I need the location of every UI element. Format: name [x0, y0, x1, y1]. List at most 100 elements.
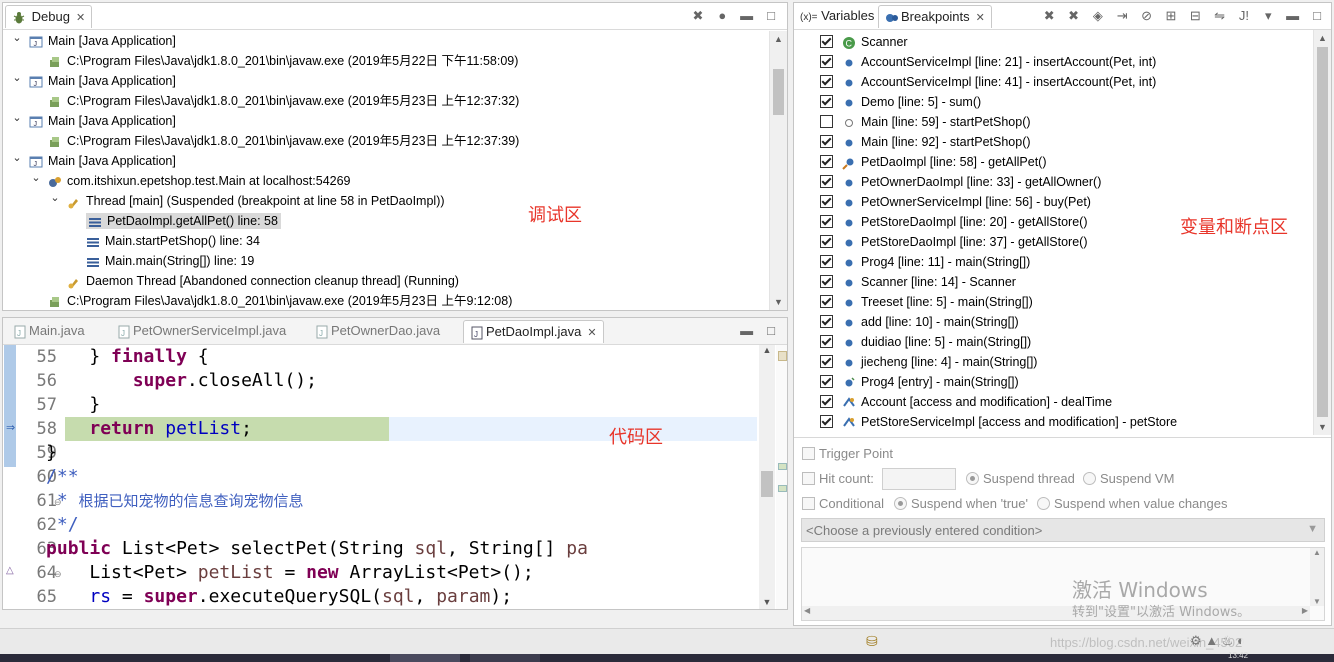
breakpoint-checkbox[interactable]: [820, 55, 833, 69]
breakpoint-item[interactable]: Main [line: 59] - startPetShop(): [820, 112, 1031, 132]
breakpoint-checkbox[interactable]: [820, 115, 833, 129]
scroll-down-icon[interactable]: ▼: [1314, 419, 1331, 435]
scroll-up-icon[interactable]: ▲: [1314, 30, 1331, 46]
condition-history-select[interactable]: <Choose a previously entered condition> …: [801, 518, 1325, 542]
breakpoint-scrollbar[interactable]: ▲ ▼: [1313, 30, 1331, 435]
debug-tree-row[interactable]: C:\Program Files\Java\jdk1.8.0_201\bin\j…: [32, 51, 518, 71]
breakpoint-item[interactable]: Prog4 [line: 11] - main(String[]): [820, 252, 1030, 272]
chevron-down-icon[interactable]: ⌄: [11, 31, 23, 48]
chevron-down-icon[interactable]: ⌄: [30, 168, 42, 188]
debug-tree-row[interactable]: Main.main(String[]) line: 19: [70, 251, 254, 271]
breakpoint-checkbox[interactable]: [820, 175, 833, 189]
breakpoint-checkbox[interactable]: [820, 155, 833, 169]
breakpoint-checkbox[interactable]: [820, 35, 833, 49]
breakpoint-checkbox[interactable]: [820, 415, 833, 429]
debug-tree-row[interactable]: C:\Program Files\Java\jdk1.8.0_201\bin\j…: [32, 291, 512, 310]
show-breakpoints-icon[interactable]: ◈: [1090, 8, 1106, 24]
expand-all-icon[interactable]: ⊞: [1163, 8, 1179, 24]
code-line[interactable]: 64 List<Pet> petList = new ArrayList<Pet…: [3, 561, 743, 585]
code-line[interactable]: 55 } finally {: [3, 345, 743, 369]
scroll-up-icon[interactable]: ▲: [1310, 548, 1324, 557]
breakpoint-item[interactable]: Treeset [line: 5] - main(String[]): [820, 292, 1033, 312]
breakpoint-checkbox[interactable]: [820, 215, 833, 229]
breakpoint-item[interactable]: AccountServiceImpl [line: 21] - insertAc…: [820, 52, 1156, 72]
collapse-all-icon[interactable]: ⊟: [1187, 8, 1203, 24]
breakpoint-checkbox[interactable]: [820, 195, 833, 209]
taskbar-button[interactable]: [470, 654, 540, 662]
tab-main-java[interactable]: J Main.java: [7, 320, 91, 342]
chevron-down-icon[interactable]: ⌄: [49, 188, 61, 208]
breakpoint-item[interactable]: C Scanner: [820, 32, 908, 52]
breakpoint-checkbox[interactable]: [820, 295, 833, 309]
tab-breakpoints[interactable]: Breakpoints ✕: [878, 5, 992, 28]
scroll-down-icon[interactable]: ▼: [770, 294, 787, 310]
breakpoint-item[interactable]: PetOwnerDaoImpl [line: 33] - getAllOwner…: [820, 172, 1101, 192]
scroll-left-icon[interactable]: ◀: [804, 606, 810, 615]
close-icon[interactable]: ✕: [76, 12, 85, 24]
breakpoint-item[interactable]: duidiao [line: 5] - main(String[]): [820, 332, 1031, 352]
chevron-down-icon[interactable]: ⌄: [11, 68, 23, 88]
breakpoint-checkbox[interactable]: [820, 275, 833, 289]
maximize-icon[interactable]: □: [763, 323, 779, 339]
breakpoint-checkbox[interactable]: [820, 375, 833, 389]
remove-all-icon[interactable]: ✖: [1066, 8, 1082, 24]
scroll-thumb[interactable]: [773, 69, 784, 115]
breakpoint-item[interactable]: Scanner [line: 14] - Scanner: [820, 272, 1016, 292]
close-icon[interactable]: ✕: [587, 327, 596, 339]
tab-petdaoimpl[interactable]: J PetDaoImpl.java ✕: [463, 320, 604, 343]
scroll-up-icon[interactable]: ▲: [770, 31, 787, 47]
tab-variables[interactable]: (x)= Variables: [794, 5, 880, 27]
breakpoint-item[interactable]: Demo [line: 5] - sum(): [820, 92, 981, 112]
remove-icon[interactable]: ✖: [1041, 8, 1057, 24]
minimize-icon[interactable]: ▬: [1285, 8, 1301, 24]
breakpoint-checkbox[interactable]: [820, 355, 833, 369]
fold-icon[interactable]: ⊖: [54, 497, 62, 508]
breakpoint-item[interactable]: PetStoreDaoImpl [line: 20] - getAllStore…: [820, 212, 1088, 232]
suspend-true-radio[interactable]: Suspend when 'true': [894, 495, 1028, 513]
scroll-down-icon[interactable]: ▼: [1310, 597, 1324, 606]
debug-tree-row[interactable]: ⌄ J Main [Java Application]: [11, 108, 175, 131]
conditional-checkbox[interactable]: Conditional: [802, 495, 884, 513]
debug-tree-row[interactable]: ⌄ J Main [Java Application]: [11, 68, 175, 91]
breakpoint-item[interactable]: AccountServiceImpl [line: 41] - insertAc…: [820, 72, 1156, 92]
code-line[interactable]: 62 */: [3, 513, 743, 537]
debug-tree-row[interactable]: PetDaoImpl.getAllPet() line: 58: [70, 211, 281, 231]
breakpoint-item[interactable]: Prog4 [entry] - main(String[]): [820, 372, 1019, 392]
code-line[interactable]: 60 /**: [3, 465, 743, 489]
goto-file-icon[interactable]: ⇥: [1114, 8, 1130, 24]
breakpoint-checkbox[interactable]: [820, 395, 833, 409]
trigger-point-checkbox[interactable]: Trigger Point: [802, 445, 893, 463]
tab-debug[interactable]: Debug ✕: [5, 5, 93, 28]
breakpoint-item[interactable]: jiecheng [line: 4] - main(String[]): [820, 352, 1037, 372]
maximize-icon[interactable]: □: [763, 8, 779, 24]
debug-tree-row[interactable]: Daemon Thread [Abandoned connection clea…: [51, 271, 459, 291]
chevron-down-icon[interactable]: ⌄: [11, 108, 23, 128]
breakpoint-item[interactable]: PetOwnerServiceImpl [line: 56] - buy(Pet…: [820, 192, 1091, 212]
taskbar-button[interactable]: [390, 654, 460, 662]
chevron-down-icon[interactable]: ⌄: [11, 148, 23, 168]
debug-tree-row[interactable]: ⌄ J Main [Java Application]: [11, 31, 175, 51]
link-with-debug-icon[interactable]: ⇋: [1212, 8, 1228, 24]
hit-count-input[interactable]: [882, 468, 956, 490]
fold-icon[interactable]: ⊖: [54, 569, 62, 580]
condition-editor-scrollbar[interactable]: ▲ ▼: [1310, 548, 1324, 606]
view-menu-icon[interactable]: ●: [714, 8, 730, 24]
exception-breakpoint-icon[interactable]: J!: [1236, 8, 1252, 24]
code-area[interactable]: 55 } finally {56 super.closeAll(); 57 } 58…: [3, 345, 787, 609]
code-line[interactable]: 61 * 根据已知宠物的信息查询宠物信息: [3, 489, 743, 513]
suspend-vm-radio[interactable]: Suspend VM: [1083, 470, 1174, 488]
maximize-icon[interactable]: □: [1309, 8, 1325, 24]
status-icon[interactable]: ⛁: [866, 633, 878, 650]
breakpoint-checkbox[interactable]: [820, 315, 833, 329]
hit-count-checkbox[interactable]: Hit count:: [802, 470, 874, 488]
breakpoint-item[interactable]: Main [line: 92] - startPetShop(): [820, 132, 1031, 152]
debug-scrollbar[interactable]: ▲ ▼: [769, 31, 787, 310]
remove-terminated-icon[interactable]: ✖: [690, 8, 706, 24]
suspend-thread-radio[interactable]: Suspend thread: [966, 470, 1075, 488]
debug-tree-row[interactable]: ⌄ Thread [main] (Suspended (breakpoint at…: [49, 188, 445, 211]
close-icon[interactable]: ✕: [976, 12, 985, 24]
breakpoint-checkbox[interactable]: [820, 95, 833, 109]
debug-tree-row[interactable]: Main.startPetShop() line: 34: [70, 231, 260, 251]
scroll-up-icon[interactable]: ▲: [759, 345, 775, 355]
suspend-changes-radio[interactable]: Suspend when value changes: [1037, 495, 1227, 513]
